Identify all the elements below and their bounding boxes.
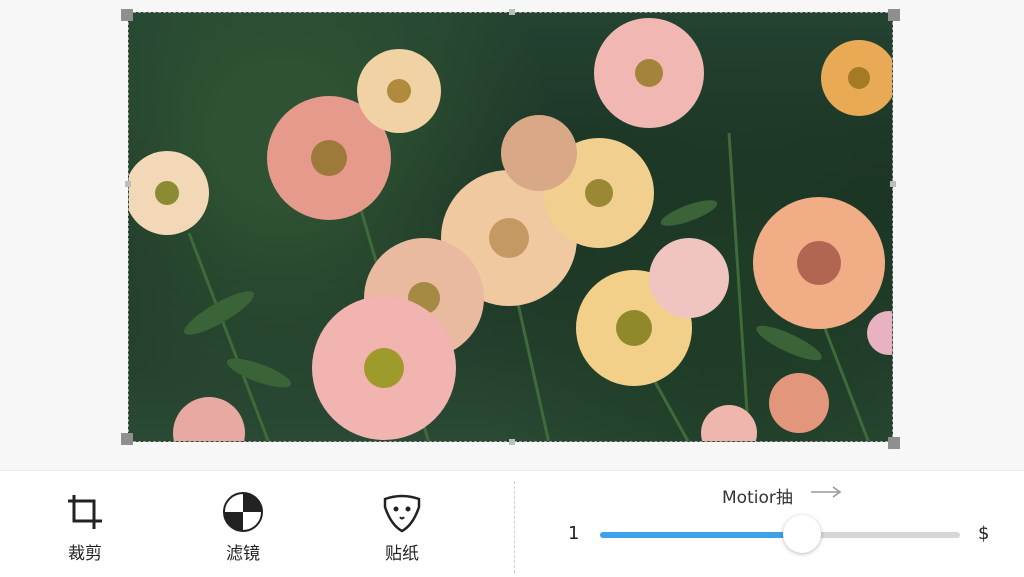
crop-handle-right[interactable] [890,181,896,187]
crop-handle-top-left[interactable] [121,9,133,21]
toolbar-divider [514,481,515,573]
sticker-tool-label: 贴纸 [385,544,419,564]
crop-tool-label: 裁剪 [68,544,102,564]
slider-fill [600,532,802,538]
arrow-right-icon[interactable] [810,485,842,499]
motion-title: Motior抽 [722,488,793,508]
crop-tool-button[interactable]: 裁剪 [45,491,125,564]
crop-frame[interactable] [121,9,900,449]
sticker-icon [383,494,421,533]
filter-icon [223,492,263,532]
bottom-toolbar: 裁剪 滤镜 贴纸 Motior抽 1 $ [0,470,1024,577]
filter-tool-label: 滤镜 [226,544,260,564]
crop-handle-top-right[interactable] [888,9,900,21]
crop-handle-left[interactable] [125,181,131,187]
crop-handle-top[interactable] [509,9,515,15]
crop-icon [68,495,102,529]
slider-min-label: 1 [568,523,580,544]
slider-thumb[interactable] [783,515,821,553]
crop-handle-bottom-right[interactable] [888,437,900,449]
filter-tool-button[interactable]: 滤镜 [203,491,283,564]
motion-slider[interactable] [600,515,960,553]
flowers-illustration [129,18,892,441]
crop-handle-bottom[interactable] [509,439,515,445]
sticker-tool-button[interactable]: 贴纸 [362,491,442,564]
slider-max-label: $ [978,523,990,544]
crop-handle-bottom-left[interactable] [121,433,133,445]
flowers-photo [129,13,892,441]
